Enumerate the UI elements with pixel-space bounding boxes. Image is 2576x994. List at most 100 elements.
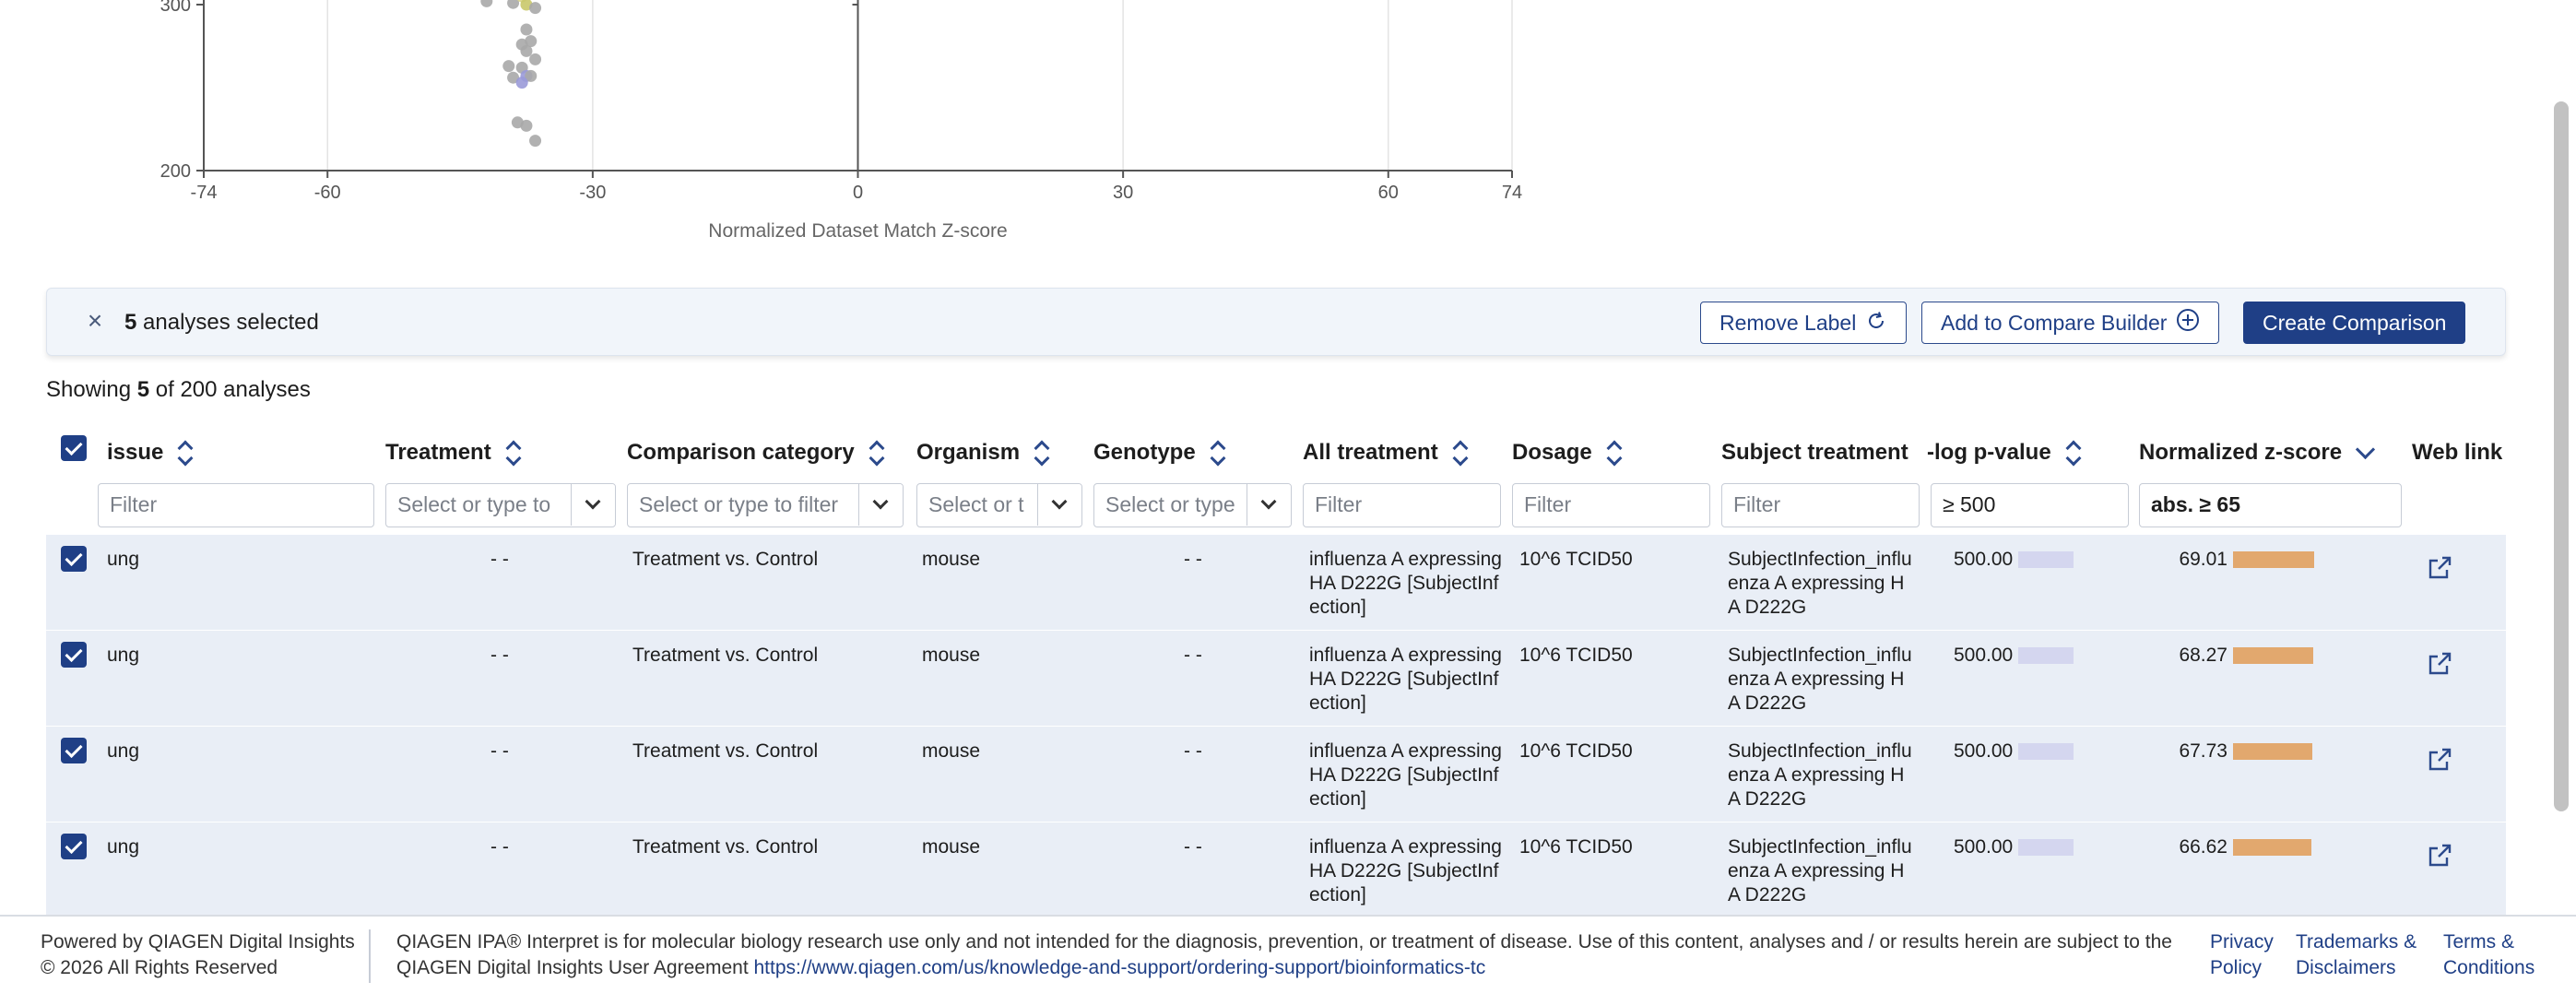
add-to-compare-builder-button[interactable]: Add to Compare Builder [1921, 302, 2220, 344]
z-score-cell: 68.27 [2157, 644, 2369, 668]
genotype-cell: - - [1184, 549, 1202, 570]
col-normalized-z-score[interactable]: Normalized z-score [2139, 437, 2375, 468]
scatter-point [502, 60, 515, 73]
x-tick-label: -30 [579, 183, 606, 203]
table-row[interactable]: ung - - Treatment vs. Control mouse - - influ… [46, 727, 2506, 822]
col-tissue[interactable]: issue [107, 437, 193, 468]
create-comparison-button[interactable]: Create Comparison [2243, 302, 2466, 344]
comparison-cell: Treatment vs. Control [632, 549, 819, 570]
organism-cell: mouse [922, 645, 981, 666]
x-tick-label: 74 [1502, 183, 1522, 203]
external-link-icon[interactable] [2425, 553, 2454, 583]
dosage-cell: 10^6 TCID50 [1519, 740, 1633, 762]
z-score-bar [2233, 647, 2313, 665]
external-link-icon[interactable] [2425, 745, 2454, 775]
sort-icon[interactable] [176, 440, 193, 466]
sort-icon[interactable] [868, 440, 884, 466]
terms-conditions-link[interactable]: Terms & Conditions [2443, 929, 2535, 981]
treatment-filter-select[interactable]: Select or type to [385, 483, 616, 527]
z-score-bar [2233, 551, 2314, 569]
z-score-text: 66.62 [2179, 836, 2227, 858]
z-score-filter-input[interactable]: abs. ≥ 65 [2139, 483, 2402, 527]
z-score-cell: 69.01 [2157, 548, 2369, 572]
scatter-point [515, 77, 528, 89]
col-subject-treatment[interactable]: Subject treatment [1721, 437, 1908, 468]
subject-treatment-cell: SubjectInfection_influenza A expressing … [1728, 836, 1912, 905]
sort-icon[interactable] [504, 440, 521, 466]
tissue-cell: ung [107, 836, 140, 858]
treatment-cell: - - [490, 549, 509, 570]
scatter-point [520, 23, 533, 36]
all-treatment-filter-input[interactable]: Filter [1303, 483, 1501, 527]
row-checkbox[interactable] [61, 642, 87, 668]
organism-cell: mouse [922, 740, 981, 762]
chevron-down-icon[interactable] [1037, 484, 1081, 526]
col-organism[interactable]: Organism [916, 437, 1049, 468]
remove-label-button[interactable]: Remove Label [1700, 302, 1908, 344]
x-tick-label: 30 [1113, 183, 1133, 203]
scrollbar-thumb[interactable] [2554, 101, 2569, 811]
x-tick-label: 0 [853, 183, 863, 203]
table-row[interactable]: ung - - Treatment vs. Control mouse - - influ… [46, 822, 2506, 915]
tissue-cell: ung [107, 549, 140, 570]
organism-cell: mouse [922, 549, 981, 570]
user-agreement-link[interactable]: https://www.qiagen.com/us/knowledge-and-… [754, 957, 1486, 978]
col-log-p-value[interactable]: -log p-value [1927, 437, 2081, 468]
p-value-bar [2018, 551, 2074, 569]
organism-filter-select[interactable]: Select or t [916, 483, 1082, 527]
tissue-cell: ung [107, 645, 140, 666]
p-value-bar [2018, 743, 2074, 761]
sort-icon[interactable] [1209, 440, 1225, 466]
scatter-point [520, 119, 533, 132]
col-comparison-category[interactable]: Comparison category [627, 437, 884, 468]
row-checkbox[interactable] [61, 738, 87, 763]
all-treatment-cell: influenza A expressing HA D222G [Subject… [1309, 549, 1502, 618]
treatment-cell: - - [490, 740, 509, 762]
z-score-text: 69.01 [2179, 549, 2227, 570]
comparison-cell: Treatment vs. Control [632, 836, 819, 858]
p-value-text: 500.00 [1954, 549, 2014, 570]
table-row[interactable]: ung - - Treatment vs. Control mouse - - influ… [46, 535, 2506, 631]
chevron-down-icon[interactable] [1247, 484, 1291, 526]
x-tick-label: -60 [314, 183, 341, 203]
row-checkbox[interactable] [61, 834, 87, 859]
sort-icon[interactable] [1451, 440, 1468, 466]
treatment-cell: - - [490, 645, 509, 666]
dosage-filter-input[interactable]: Filter [1512, 483, 1710, 527]
external-link-icon[interactable] [2425, 649, 2454, 679]
chevron-down-icon[interactable] [858, 484, 903, 526]
scatter-point [507, 0, 520, 9]
tissue-filter-input[interactable]: Filter [98, 483, 374, 527]
comparison-cell: Treatment vs. Control [632, 740, 819, 762]
sort-desc-icon[interactable] [2355, 443, 2375, 463]
sort-icon[interactable] [1605, 440, 1622, 466]
p-value-cell: 500.00 [1954, 740, 2074, 763]
privacy-policy-link[interactable]: Privacy Policy [2210, 929, 2284, 981]
clear-selection-icon[interactable]: × [84, 307, 106, 335]
col-web-link: Web link [2412, 440, 2503, 465]
page: -74 -60 -30 0 30 60 74 300 200 Normalized Dataset… [0, 0, 2576, 994]
select-all-checkbox[interactable] [61, 435, 87, 461]
col-genotype[interactable]: Genotype [1093, 437, 1225, 468]
sort-icon[interactable] [2064, 440, 2081, 466]
footer-divider [369, 929, 371, 983]
trademarks-link[interactable]: Trademarks & Disclaimers [2296, 929, 2425, 981]
sort-icon[interactable] [1033, 440, 1049, 466]
chevron-down-icon[interactable] [571, 484, 615, 526]
col-all-treatment[interactable]: All treatment [1303, 437, 1468, 468]
external-link-icon[interactable] [2425, 841, 2454, 870]
genotype-filter-select[interactable]: Select or type [1093, 483, 1292, 527]
col-treatment[interactable]: Treatment [385, 437, 521, 468]
p-value-filter-input[interactable]: ≥ 500 [1931, 483, 2129, 527]
table-row[interactable]: ung - - Treatment vs. Control mouse - - influ… [46, 631, 2506, 727]
table-body: ung - - Treatment vs. Control mouse - - influ… [46, 535, 2506, 915]
scatter-point [520, 44, 533, 57]
subject-treatment-filter-input[interactable]: Filter [1721, 483, 1920, 527]
z-score-cell: 66.62 [2157, 835, 2369, 859]
footer-copyright: Powered by QIAGEN Digital Insights © 2026… [41, 931, 355, 978]
comparison-filter-select[interactable]: Select or type to filter [627, 483, 904, 527]
col-dosage[interactable]: Dosage [1512, 437, 1622, 468]
z-score-bar [2233, 743, 2312, 761]
row-checkbox[interactable] [61, 546, 87, 572]
x-tick-label: -74 [191, 183, 218, 203]
